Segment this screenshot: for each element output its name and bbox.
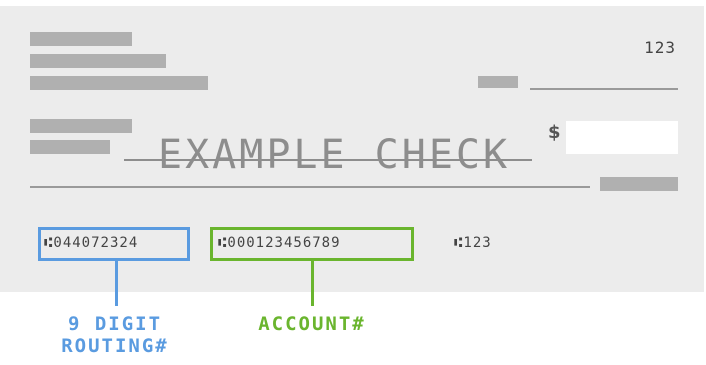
- payee-label-bar: [30, 119, 132, 133]
- date-label-bar: [478, 76, 518, 88]
- routing-highlight-box: [38, 227, 190, 261]
- date-line: [530, 88, 678, 90]
- amount-box: [566, 121, 678, 154]
- payer-name-bar: [30, 32, 132, 46]
- written-amount-line: [30, 186, 590, 188]
- payer-address-bar: [30, 54, 166, 68]
- routing-caption-line2: ROUTING#: [61, 335, 169, 357]
- account-connector: [311, 261, 314, 306]
- routing-caption: 9 DIGIT ROUTING#: [30, 313, 200, 357]
- dollar-sign: $: [548, 122, 561, 143]
- example-check-watermark: EXAMPLE CHECK: [158, 132, 511, 178]
- routing-connector: [115, 261, 118, 306]
- account-caption: ACCOUNT#: [236, 313, 388, 335]
- payer-city-bar: [30, 76, 208, 90]
- payee-line: [124, 159, 532, 161]
- routing-caption-line1: 9 DIGIT: [67, 313, 163, 335]
- account-highlight-box: [210, 227, 414, 261]
- payee-label-bar-2: [30, 140, 110, 154]
- account-caption-label: ACCOUNT#: [258, 313, 366, 335]
- micr-check-number: ⑆123: [454, 235, 492, 251]
- check-number: 123: [644, 38, 676, 57]
- dollars-label-bar: [600, 177, 678, 191]
